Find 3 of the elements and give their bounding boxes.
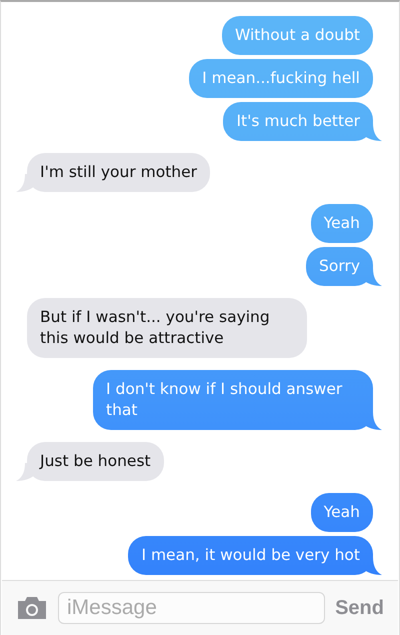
message-field[interactable]: iMessage	[58, 592, 326, 624]
send-button[interactable]: Send	[335, 596, 384, 620]
camera-icon[interactable]	[16, 596, 48, 620]
